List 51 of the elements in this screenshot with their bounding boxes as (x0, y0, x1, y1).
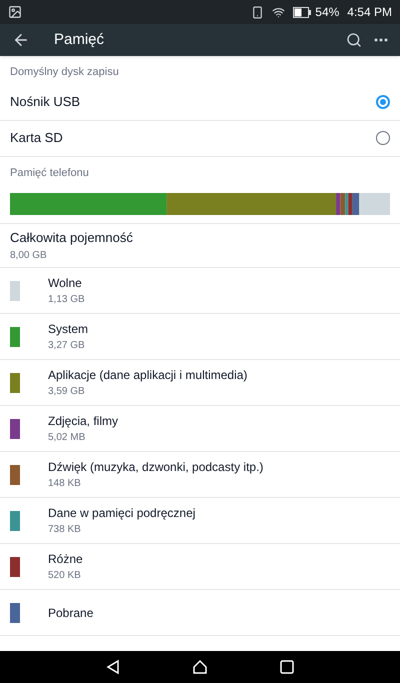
more-button[interactable] (374, 38, 388, 42)
category-size: 1,13 GB (48, 293, 85, 307)
category-size: 3,59 GB (48, 385, 86, 399)
section-header: Pamięć telefonu (9, 166, 90, 180)
home-icon (192, 659, 208, 675)
option-label: Karta SD (10, 129, 64, 148)
category-row[interactable]: Dźwięk (muzyka, dzwonki, podcasty itp.) 148 KB (0, 452, 400, 498)
radio-row[interactable]: Karta SD (0, 120, 400, 156)
category-name: Zdjęcia, filmy (48, 413, 118, 430)
square-icon (280, 660, 294, 674)
category-name: Pobrane (48, 604, 94, 622)
search-button[interactable] (346, 32, 362, 48)
search-icon (346, 32, 362, 48)
category-row[interactable]: Pobrane (0, 590, 400, 636)
category-name: Wolne (48, 275, 83, 292)
more-icon (374, 38, 388, 42)
category-name: Różne (48, 551, 83, 568)
radio-button[interactable] (376, 95, 390, 109)
image-icon (8, 5, 22, 19)
category-row[interactable]: Wolne 1,13 GB (0, 268, 400, 314)
clock: 4:54 PM (347, 4, 392, 21)
radio-button[interactable] (376, 131, 390, 145)
recents-button[interactable] (280, 660, 294, 674)
back-nav-button[interactable] (106, 659, 120, 675)
battery-percent: 54% (315, 4, 340, 21)
section-header: Domyślny dysk zapisu (9, 65, 120, 80)
total-label: Całkowita pojemność (10, 229, 134, 248)
option-label: Nośnik USB (10, 93, 82, 112)
category-name: Dźwięk (muzyka, dzwonki, podcasty itp.) (48, 459, 264, 476)
category-size: 148 KB (48, 477, 82, 491)
category-name: System (48, 321, 88, 338)
category-row[interactable]: Różne 520 KB (0, 544, 400, 590)
total-value: 8,00 GB (10, 248, 48, 263)
category-size: 3,27 GB (48, 339, 86, 353)
category-row[interactable]: Zdjęcia, filmy 5,02 MB (0, 406, 400, 452)
category-row[interactable]: System 3,27 GB (0, 314, 400, 360)
category-size: 520 KB (48, 569, 82, 583)
triangle-icon (106, 659, 120, 675)
back-button[interactable] (12, 31, 30, 49)
vibrate-icon (251, 6, 264, 18)
radio-row[interactable]: Nośnik USB (0, 84, 400, 120)
category-name: Dane w pamięci podręcznej (48, 505, 196, 522)
wifi-icon (272, 6, 286, 18)
category-size: 5,02 MB (48, 431, 86, 445)
category-row[interactable]: Aplikacje (dane aplikacji i multimedia) 3,59 GB (0, 360, 400, 406)
category-size: 738 KB (48, 523, 82, 537)
battery-icon (293, 6, 312, 18)
toolbar-title: Pamięć (54, 30, 104, 50)
category-name: Aplikacje (dane aplikacji i multimedia) (48, 367, 248, 384)
category-row[interactable]: Dane w pamięci podręcznej 738 KB (0, 498, 400, 544)
home-button[interactable] (192, 659, 208, 675)
